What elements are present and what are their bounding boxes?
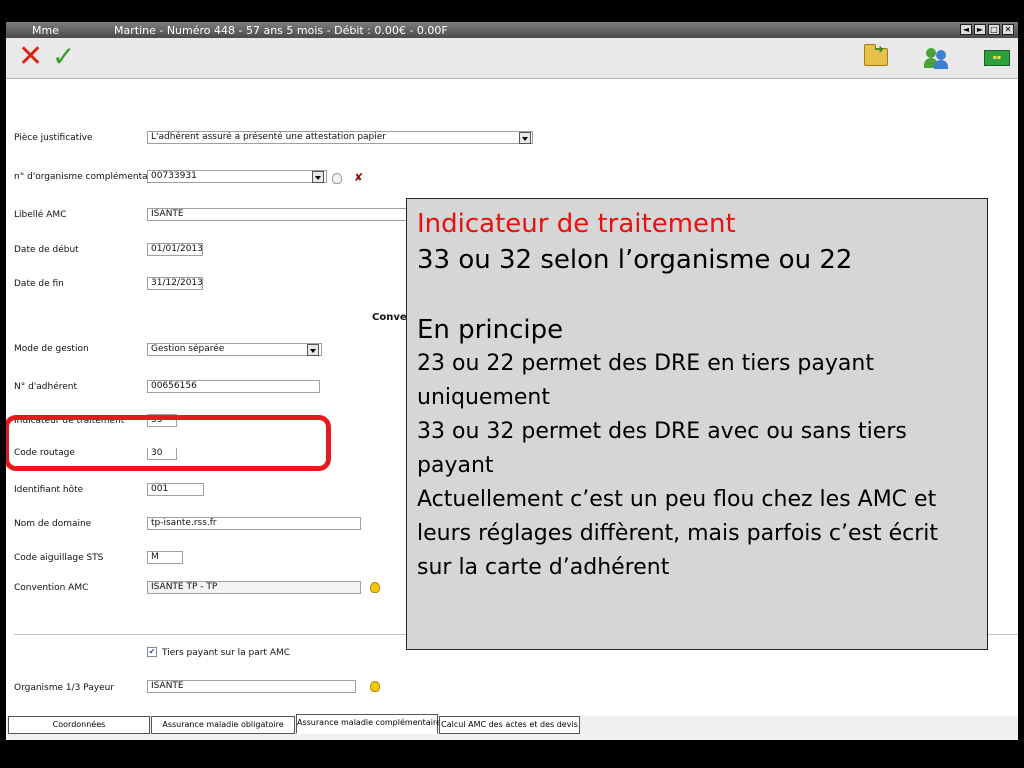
organisme-payeur-info-bulb-icon[interactable] <box>370 681 380 692</box>
mode-gestion-label: Mode de gestion <box>14 344 89 354</box>
code-aiguillage-field[interactable]: M <box>147 551 183 564</box>
organisme-payeur-field[interactable]: ISANTE <box>147 680 356 693</box>
indicateur-highlight-frame <box>6 415 331 471</box>
annotation-line-1: 23 ou 22 permet des DRE en tiers payant … <box>417 351 874 410</box>
tab-coordonnees[interactable]: Coordonnées <box>8 716 150 734</box>
piece-justificative-label: Pièce justificative <box>14 133 93 143</box>
organisme-payeur-label: Organisme 1/3 Payeur <box>14 683 115 693</box>
tiers-payant-label: Tiers payant sur la part AMC <box>162 648 291 658</box>
window-controls: ◄ ► □ ✕ <box>960 24 1014 35</box>
users-icon[interactable] <box>924 46 950 70</box>
annotation-line-3: Actuellement c’est un peu flou chez les … <box>417 487 938 580</box>
nom-domaine-label: Nom de domaine <box>14 519 92 529</box>
nom-domaine-field[interactable]: tp-isante.rss.fr <box>147 517 361 530</box>
convention-amc-field[interactable]: ISANTE TP - TP <box>147 581 361 594</box>
patient-title: Martine - Numéro 448 - 57 ans 5 mois - D… <box>114 24 448 37</box>
toolbar: ✕ ✓ ➜ ▪▪ <box>6 38 1018 79</box>
organisme-label: n° d'organisme complémentaire <box>14 172 160 182</box>
window-next-button[interactable]: ► <box>974 24 986 35</box>
organisme-info-bulb-icon[interactable] <box>332 173 342 184</box>
date-fin-label: Date de fin <box>14 279 64 289</box>
cancel-icon[interactable]: ✕ <box>18 42 43 72</box>
libelle-amc-label: Libellé AMC <box>14 210 67 220</box>
mode-gestion-select[interactable]: Gestion séparée <box>147 343 322 356</box>
num-adherent-field[interactable]: 00656156 <box>147 380 320 393</box>
convention-info-bulb-icon[interactable] <box>370 582 380 593</box>
annotation-line-2: 33 ou 32 permet des DRE avec ou sans tie… <box>417 419 907 478</box>
organisme-dropdown-icon[interactable] <box>312 171 324 183</box>
tab-amc[interactable]: Assurance maladie complémentaire <box>296 714 441 734</box>
annotation-callout: Indicateur de traitement 33 ou 32 selon … <box>406 198 988 650</box>
date-debut-field[interactable]: 01/01/2013 <box>147 243 203 256</box>
annotation-title: Indicateur de traitement <box>417 209 736 239</box>
title-bar: Mme Martine - Numéro 448 - 57 ans 5 mois… <box>6 22 1018 38</box>
convention-amc-label: Convention AMC <box>14 583 89 593</box>
identifiant-hote-label: Identifiant hôte <box>14 485 84 495</box>
organisme-select[interactable]: 00733931 <box>147 170 327 183</box>
libelle-amc-field[interactable]: ISANTÉ <box>147 208 412 221</box>
date-fin-field[interactable]: 31/12/2013 <box>147 277 203 290</box>
mode-gestion-dropdown-icon[interactable] <box>307 344 319 356</box>
tab-calcul-amc[interactable]: Calcul AMC des actes et des devis <box>439 716 580 734</box>
num-adherent-label: N° d'adhérent <box>14 382 78 392</box>
window-prev-button[interactable]: ◄ <box>960 24 972 35</box>
identifiant-hote-field[interactable]: 001 <box>147 483 204 496</box>
folder-arrow-icon: ➜ <box>874 42 885 56</box>
annotation-heading: En principe <box>417 315 564 345</box>
annotation-subtitle: 33 ou 32 selon l’organisme ou 22 <box>417 245 853 275</box>
patient-title-prefix: Mme <box>32 24 59 37</box>
code-aiguillage-label: Code aiguillage STS <box>14 553 104 563</box>
piece-justificative-dropdown-icon[interactable] <box>519 132 531 144</box>
piece-justificative-select[interactable]: L'adhérent assuré a présenté une attesta… <box>147 131 533 144</box>
window-close-button[interactable]: ✕ <box>1002 24 1014 35</box>
date-debut-label: Date de début <box>14 245 79 255</box>
window-maximize-button[interactable]: □ <box>988 24 1000 35</box>
organisme-delete-icon[interactable]: ✘ <box>354 171 363 184</box>
vitale-card-icon[interactable]: ▪▪ <box>984 50 1010 66</box>
validate-icon[interactable]: ✓ <box>52 42 75 72</box>
tab-amo[interactable]: Assurance maladie obligatoire <box>151 716 295 734</box>
tab-bar: Coordonnées Assurance maladie obligatoir… <box>6 714 1018 740</box>
tiers-payant-checkbox[interactable]: ✔ <box>147 647 157 657</box>
